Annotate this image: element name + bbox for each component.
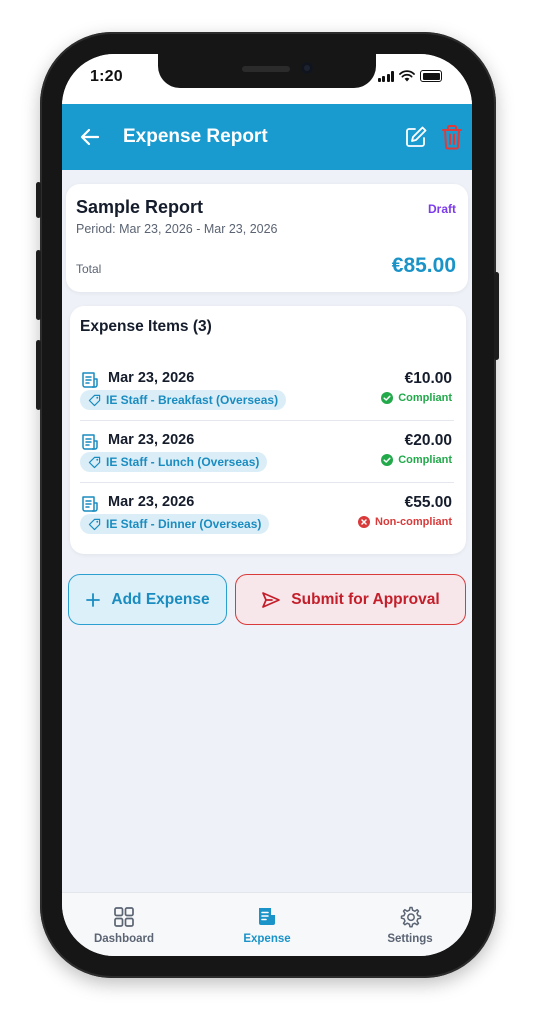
report-summary-card: Sample Report Draft Period: Mar 23, 2026… xyxy=(66,184,468,292)
phone-volume-up xyxy=(36,250,41,320)
divider xyxy=(80,420,454,421)
compliance-label: Compliant xyxy=(398,454,452,466)
category-tag: IE Staff - Lunch (Overseas) xyxy=(80,452,268,472)
expense-date: Mar 23, 2026 xyxy=(108,432,195,448)
compliance-label: Compliant xyxy=(398,392,452,404)
expense-amount: €20.00 xyxy=(404,432,452,449)
expense-item[interactable]: Mar 23, 2026 IE Staff - Lunch (Overseas)… xyxy=(70,424,466,484)
app-screen: 1:20 Expense Report Sample Report Draft … xyxy=(62,54,472,956)
category-tag: IE Staff - Dinner (Overseas) xyxy=(80,514,270,534)
phone-volume-down xyxy=(36,340,41,410)
nav-label: Dashboard xyxy=(93,933,155,945)
add-expense-label: Add Expense xyxy=(111,590,210,608)
category-tag: IE Staff - Breakfast (Overseas) xyxy=(80,390,287,410)
plus-icon xyxy=(86,592,101,607)
expense-items-card: Expense Items (3) Mar 23, 2026 IE Staff … xyxy=(70,306,466,554)
category-label: IE Staff - Lunch (Overseas) xyxy=(106,455,260,469)
expense-items-title: Expense Items (3) xyxy=(80,318,212,335)
category-label: IE Staff - Dinner (Overseas) xyxy=(106,517,262,531)
receipt-icon xyxy=(82,434,98,450)
expense-item[interactable]: Mar 23, 2026 IE Staff - Dinner (Overseas… xyxy=(70,486,466,546)
phone-power-button xyxy=(494,272,499,360)
status-time: 1:20 xyxy=(90,68,123,85)
x-circle-icon xyxy=(358,516,370,528)
expense-item[interactable]: Mar 23, 2026 IE Staff - Breakfast (Overs… xyxy=(70,362,466,422)
expense-amount: €10.00 xyxy=(404,370,452,387)
check-circle-icon xyxy=(381,454,394,466)
report-status-badge: Draft xyxy=(427,202,456,216)
tag-icon xyxy=(88,518,101,531)
category-label: IE Staff - Breakfast (Overseas) xyxy=(106,393,279,407)
expense-receipt-icon xyxy=(259,908,275,925)
battery-icon xyxy=(420,70,442,82)
nav-item-expense[interactable]: Expense xyxy=(207,905,327,945)
nav-label: Settings xyxy=(387,933,433,945)
trash-icon[interactable] xyxy=(440,124,464,150)
expense-date: Mar 23, 2026 xyxy=(108,494,195,510)
wifi-icon xyxy=(399,70,415,82)
bottom-nav: Dashboard Expense Settings xyxy=(62,892,472,956)
compliance-status: Compliant xyxy=(381,454,452,466)
front-camera xyxy=(301,62,313,74)
receipt-icon xyxy=(82,372,98,388)
compliance-status: Non-compliant xyxy=(358,516,452,528)
check-circle-icon xyxy=(381,392,394,404)
status-icons xyxy=(377,70,442,82)
divider xyxy=(80,482,454,483)
nav-item-dashboard[interactable]: Dashboard xyxy=(64,905,184,945)
nav-label: Expense xyxy=(243,933,291,945)
compliance-label: Non-compliant xyxy=(375,516,452,528)
app-header: Expense Report xyxy=(62,104,472,170)
expense-date: Mar 23, 2026 xyxy=(108,370,195,386)
nav-item-settings[interactable]: Settings xyxy=(350,905,470,945)
report-period: Period: Mar 23, 2026 - Mar 23, 2026 xyxy=(76,222,278,236)
receipt-icon xyxy=(82,496,98,512)
submit-label: Submit for Approval xyxy=(291,590,440,608)
report-name: Sample Report xyxy=(76,197,204,217)
submit-for-approval-button[interactable]: Submit for Approval xyxy=(235,574,466,625)
dashboard-grid-icon xyxy=(114,907,134,927)
signal-icon xyxy=(377,70,394,82)
edit-icon[interactable] xyxy=(404,125,428,149)
add-expense-button[interactable]: Add Expense xyxy=(68,574,227,625)
compliance-status: Compliant xyxy=(381,392,452,404)
tag-icon xyxy=(88,394,101,407)
gear-icon xyxy=(400,906,422,928)
total-amount: €85.00 xyxy=(391,254,456,277)
back-arrow-icon[interactable] xyxy=(78,125,102,149)
page-title: Expense Report xyxy=(123,126,268,147)
phone-silent-switch xyxy=(36,182,41,218)
tag-icon xyxy=(88,456,101,469)
phone-notch xyxy=(158,54,376,88)
total-label: Total xyxy=(76,262,102,276)
send-icon xyxy=(262,591,281,608)
earpiece-speaker xyxy=(242,66,290,72)
expense-amount: €55.00 xyxy=(404,494,452,511)
